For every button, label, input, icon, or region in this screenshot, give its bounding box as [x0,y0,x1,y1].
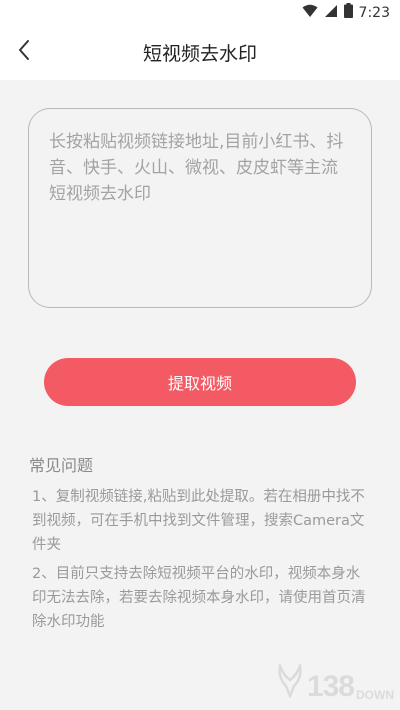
watermark-logo: 138 DOWN [277,661,394,703]
faq-title: 常见问题 [29,456,94,475]
status-time: 7:23 [358,4,390,21]
battery-icon [343,3,353,22]
page-title: 短视频去水印 [142,43,257,65]
watermark-suffix: DOWN [356,688,394,702]
status-icons: 7:23 [302,3,390,22]
signal-icon [324,3,338,22]
horns-logo-icon [277,661,303,702]
faq-item: 1、复制视频链接,粘贴到此处提取。若在相册中找不到视频，可在手机中找到文件管理，… [32,489,365,553]
faq-item: 2、目前只支持去除短视频平台的水印，视频本身水印无法去除，若要去除视频本身水印，… [32,566,366,630]
extract-video-button[interactable]: 提取视频 [44,358,356,406]
watermark-number: 138 [306,670,355,703]
wifi-icon [302,3,318,22]
screen: 7:23 短视频去水印 提取视频 常见问题 1、复制视频链接,粘贴到此处提取。若… [0,0,400,710]
header: 短视频去水印 [0,24,400,80]
link-input[interactable] [28,108,372,308]
status-bar: 7:23 [0,0,400,24]
